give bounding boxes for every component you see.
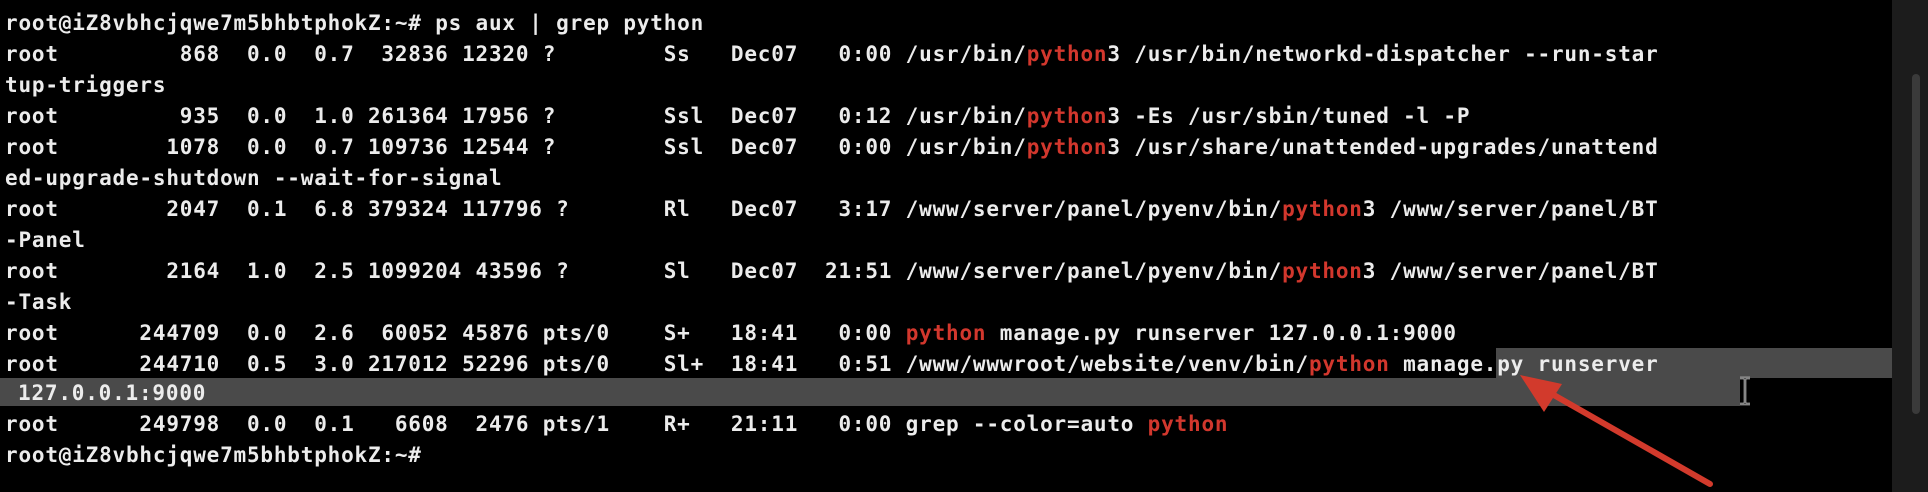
process-row: root 244710 0.5 3.0 217012 52296 pts/0 S… (5, 349, 1659, 379)
row-text: root 2164 1.0 2.5 1099204 43596 ? Sl Dec… (5, 259, 1283, 283)
row-text-end: 3 /www/server/panel/BT (1362, 259, 1659, 283)
grep-match: python (1026, 135, 1108, 159)
text-selection (0, 378, 1740, 406)
ibeam-cursor-icon (1740, 376, 1750, 406)
final-prompt-line[interactable]: root@iZ8vbhcjqwe7m5bhbtphokZ:~# (5, 440, 422, 470)
process-row-wrap: tup-triggers (5, 70, 166, 100)
grep-match: python (905, 321, 987, 345)
shell-prompt: root@iZ8vbhcjqwe7m5bhbtphokZ:~# (5, 11, 422, 35)
process-row: root 1078 0.0 0.7 109736 12544 ? Ssl Dec… (5, 132, 1659, 162)
row-text-end: 3 /usr/bin/networkd-dispatcher --run-sta… (1107, 42, 1659, 66)
row-text-end: manage.py runserver 127.0.0.1:9000 (986, 321, 1457, 345)
red-arrow-annotation-icon (1520, 375, 1713, 487)
terminal-window[interactable]: root@iZ8vbhcjqwe7m5bhbtphokZ:~# ps aux |… (0, 0, 1928, 492)
process-row-wrap: ed-upgrade-shutdown --wait-for-signal (5, 163, 502, 193)
grep-match: python (1282, 259, 1363, 283)
row-text: 127.0.0.1:9000 (18, 381, 207, 405)
grep-match: python (1282, 197, 1363, 221)
command-line: root@iZ8vbhcjqwe7m5bhbtphokZ:~# ps aux |… (5, 8, 704, 38)
row-text: root 244709 0.0 2.6 60052 45876 pts/0 S+… (5, 321, 906, 345)
process-row: root 935 0.0 1.0 261364 17956 ? Ssl Dec0… (5, 101, 1470, 131)
scrollbar[interactable] (1892, 0, 1928, 492)
row-text: tup-triggers (5, 73, 167, 97)
row-text: -Panel (5, 228, 86, 252)
row-text-end: 3 -Es /usr/sbin/tuned -l -P (1107, 104, 1471, 128)
process-row-wrap: -Panel (5, 225, 86, 255)
grep-match: python (1026, 42, 1108, 66)
shell-prompt: root@iZ8vbhcjqwe7m5bhbtphokZ:~# (5, 443, 422, 467)
process-row-wrap: 127.0.0.1:9000 (18, 378, 206, 408)
row-text: root 2047 0.1 6.8 379324 117796 ? Rl Dec… (5, 197, 1283, 221)
process-row: root 2047 0.1 6.8 379324 117796 ? Rl Dec… (5, 194, 1659, 224)
grep-match: python (1308, 352, 1390, 376)
process-row: root 2164 1.0 2.5 1099204 43596 ? Sl Dec… (5, 256, 1659, 286)
row-text: root 1078 0.0 0.7 109736 12544 ? Ssl Dec… (5, 135, 1027, 159)
process-row: root 868 0.0 0.7 32836 12320 ? Ss Dec07 … (5, 39, 1659, 69)
process-row-wrap: -Task (5, 287, 72, 317)
row-text: root 868 0.0 0.7 32836 12320 ? Ss Dec07 … (5, 42, 1027, 66)
row-text-end: 3 /www/server/panel/BT (1362, 197, 1659, 221)
grep-match: python (1026, 104, 1108, 128)
row-text: -Task (5, 290, 73, 314)
row-text: root 244710 0.5 3.0 217012 52296 pts/0 S… (5, 352, 1309, 376)
row-text: ed-upgrade-shutdown --wait-for-signal (5, 166, 503, 190)
grep-match: python (1147, 412, 1229, 436)
row-text: root 249798 0.0 0.1 6608 2476 pts/1 R+ 2… (5, 412, 1148, 436)
process-row: root 244709 0.0 2.6 60052 45876 pts/0 S+… (5, 318, 1457, 348)
command-text: ps aux | grep python (421, 11, 705, 35)
row-text: root 935 0.0 1.0 261364 17956 ? Ssl Dec0… (5, 104, 1027, 128)
row-text-end: 3 /usr/share/unattended-upgrades/unatten… (1107, 135, 1659, 159)
process-row: root 249798 0.0 0.1 6608 2476 pts/1 R+ 2… (5, 409, 1228, 439)
scrollbar-thumb[interactable] (1912, 74, 1920, 414)
